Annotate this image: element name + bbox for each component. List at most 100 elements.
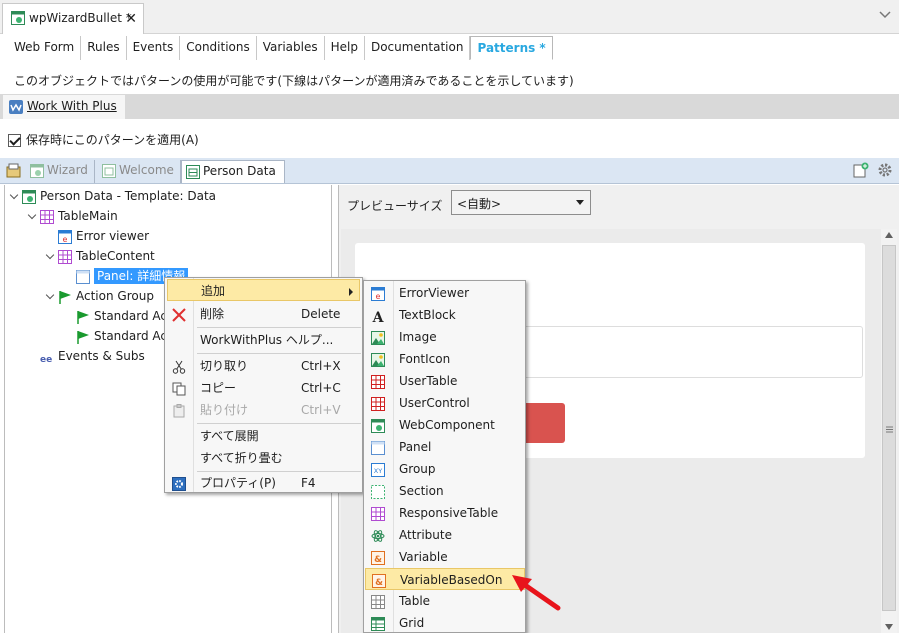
events-icon: ee xyxy=(40,350,54,365)
menu-item-label: すべて展開 xyxy=(200,429,259,443)
menu-item-delete[interactable]: 削除 Delete xyxy=(167,303,360,325)
tree-node-standard-action-2[interactable]: Standard Ac xyxy=(76,326,167,346)
submenu-item-attribute[interactable]: Attribute xyxy=(365,524,525,546)
menu-shortcut: Ctrl+V xyxy=(301,403,341,417)
submenu-item-errorviewer[interactable]: e ErrorViewer xyxy=(365,282,525,304)
tab-patterns[interactable]: Patterns * xyxy=(470,36,553,60)
tab-person-data[interactable]: Person Data xyxy=(181,160,285,183)
properties-icon xyxy=(172,476,186,491)
submenu-item-variable[interactable]: & Variable xyxy=(365,546,525,568)
expand-icon[interactable] xyxy=(9,192,19,202)
scrollbar-thumb[interactable] xyxy=(882,245,896,611)
panel-icon xyxy=(371,440,385,455)
attribute-icon xyxy=(371,528,385,542)
menu-item-cut[interactable]: 切り取り Ctrl+X xyxy=(167,355,360,377)
menu-item-collapse-all[interactable]: すべて折り畳む xyxy=(167,447,360,469)
submenu-item-label: Image xyxy=(399,330,437,344)
tab-rules[interactable]: Rules xyxy=(81,36,127,60)
add-submenu: e ErrorViewer A TextBlock Image FontIcon U… xyxy=(363,280,526,633)
gear-icon[interactable] xyxy=(877,162,893,178)
submenu-item-responsivetable[interactable]: ResponsiveTable xyxy=(365,502,525,524)
tree-node-root[interactable]: Person Data - Template: Data xyxy=(9,186,216,206)
usercontrol-icon xyxy=(371,396,385,411)
close-icon[interactable]: ✕ xyxy=(125,11,137,27)
tab-work-with-plus[interactable]: Work With Plus xyxy=(3,95,125,119)
grip-icon xyxy=(886,426,893,433)
tree-node-action-group[interactable]: Action Group xyxy=(45,286,154,306)
textblock-icon: A xyxy=(371,308,385,326)
menu-item-properties[interactable]: プロパティ(P) F4 xyxy=(167,472,360,494)
submenu-item-panel[interactable]: Panel xyxy=(365,436,525,458)
webpanel-icon xyxy=(22,189,36,204)
tab-wizard[interactable]: Wizard xyxy=(26,160,95,183)
add-view-icon[interactable] xyxy=(853,162,869,178)
chevron-down-icon[interactable] xyxy=(879,9,891,21)
document-tab-wpwizardbullet[interactable]: wpWizardBullet * ✕ xyxy=(2,3,144,34)
submenu-item-section[interactable]: Section xyxy=(365,480,525,502)
submenu-item-grid[interactable]: Grid xyxy=(365,612,525,633)
instance-properties-icon[interactable] xyxy=(6,163,22,179)
submenu-item-group[interactable]: XY Group xyxy=(365,458,525,480)
image-icon xyxy=(371,330,385,345)
paste-icon xyxy=(172,403,186,418)
submenu-item-label: Attribute xyxy=(399,528,452,542)
expand-icon[interactable] xyxy=(27,212,37,222)
flag-icon xyxy=(76,330,90,344)
menu-item-label: コピー xyxy=(200,381,237,395)
tab-conditions[interactable]: Conditions xyxy=(180,36,257,60)
tab-variables[interactable]: Variables xyxy=(257,36,325,60)
submenu-item-variablebasedon[interactable]: & VariableBasedOn xyxy=(365,568,525,590)
submenu-item-label: FontIcon xyxy=(399,352,451,366)
expand-icon[interactable] xyxy=(45,292,55,302)
flag-icon xyxy=(58,290,72,304)
apply-pattern-row[interactable]: 保存時にこのパターンを適用(A) xyxy=(8,131,199,148)
tree-node-tablemain[interactable]: TableMain xyxy=(27,206,118,226)
webcomponent-icon xyxy=(371,418,385,433)
variable-icon: & xyxy=(372,573,386,588)
scissors-icon xyxy=(172,359,186,374)
table-icon xyxy=(371,594,385,609)
menu-item-label: プロパティ(P) xyxy=(200,476,276,490)
apply-pattern-checkbox[interactable] xyxy=(8,134,21,147)
tree-node-label: Events & Subs xyxy=(58,349,145,363)
tab-documentation[interactable]: Documentation xyxy=(365,36,471,60)
menu-item-paste[interactable]: 貼り付け Ctrl+V xyxy=(167,399,360,421)
scroll-up-icon[interactable] xyxy=(885,232,893,238)
tree-node-label: Standard Ac xyxy=(94,329,168,343)
menu-item-workwithplus-help[interactable]: WorkWithPlus ヘルプ... xyxy=(167,329,360,351)
preview-size-select[interactable]: <自動> xyxy=(451,190,591,215)
submenu-item-usercontrol[interactable]: UserControl xyxy=(365,392,525,414)
menu-item-expand-all[interactable]: すべて展開 xyxy=(167,425,360,447)
view-tab-bar: Wizard Welcome Person Data xyxy=(0,158,899,184)
table-icon xyxy=(58,249,72,264)
submenu-item-webcomponent[interactable]: WebComponent xyxy=(365,414,525,436)
tab-welcome[interactable]: Welcome xyxy=(98,160,181,183)
submenu-item-fonticon[interactable]: FontIcon xyxy=(365,348,525,370)
submenu-item-label: ResponsiveTable xyxy=(399,506,499,520)
submenu-item-label: Group xyxy=(399,462,436,476)
submenu-item-image[interactable]: Image xyxy=(365,326,525,348)
fonticon-icon xyxy=(371,352,385,367)
expand-icon[interactable] xyxy=(45,252,55,262)
tab-help[interactable]: Help xyxy=(325,36,365,60)
tree-node-standard-action-1[interactable]: Standard Ac xyxy=(76,306,167,326)
tree-node-events-subs[interactable]: ee Events & Subs xyxy=(40,346,145,366)
tree-node-label: TableMain xyxy=(58,209,118,223)
submenu-item-textblock[interactable]: A TextBlock xyxy=(365,304,525,326)
apply-pattern-label: 保存時にこのパターンを適用(A) xyxy=(26,133,199,147)
submenu-item-usertable[interactable]: UserTable xyxy=(365,370,525,392)
svg-text:A: A xyxy=(372,310,385,323)
submenu-item-table[interactable]: Table xyxy=(365,590,525,612)
tab-events[interactable]: Events xyxy=(127,36,181,60)
tab-person-data-label: Person Data xyxy=(203,164,276,178)
menu-item-add[interactable]: 追加 xyxy=(167,279,360,301)
tree-node-tablecontent[interactable]: TableContent xyxy=(45,246,155,266)
submenu-item-label: UserTable xyxy=(399,374,458,388)
tree-node-error-viewer[interactable]: e Error viewer xyxy=(58,226,149,246)
tree-node-label: Person Data - Template: Data xyxy=(40,189,217,203)
annotation-arrow-icon xyxy=(508,570,568,615)
tab-web-form[interactable]: Web Form xyxy=(8,36,82,60)
scroll-down-icon[interactable] xyxy=(885,624,893,630)
flag-icon xyxy=(76,310,90,324)
menu-item-copy[interactable]: コピー Ctrl+C xyxy=(167,377,360,399)
